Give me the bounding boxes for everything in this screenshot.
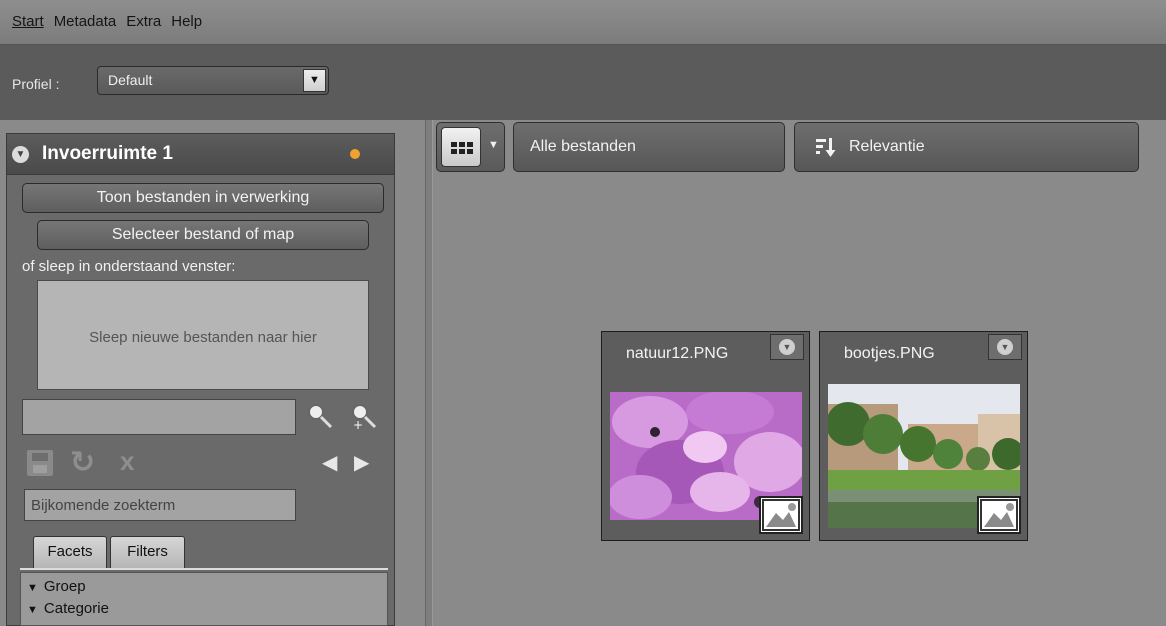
file-tile[interactable]: bootjes.PNG ▼ xyxy=(819,331,1028,541)
tile-menu-button[interactable]: ▼ xyxy=(770,334,804,360)
clear-icon[interactable]: x xyxy=(120,446,134,477)
chevron-down-icon[interactable]: ▼ xyxy=(488,139,499,151)
facet-label: Categorie xyxy=(43,600,109,617)
image-type-icon xyxy=(759,496,803,534)
tab-filters[interactable]: Filters xyxy=(110,536,185,568)
file-name: natuur12.PNG xyxy=(626,345,729,362)
select-file-button[interactable]: Selecteer bestand of map xyxy=(37,220,369,250)
save-icon[interactable] xyxy=(27,450,53,476)
menu-items: Start Metadata Extra Help xyxy=(12,13,202,30)
facet-label: Groep xyxy=(43,578,86,595)
drop-zone[interactable]: Sleep nieuwe bestanden naar hier xyxy=(37,280,369,390)
extra-search-term-input[interactable]: Bijkomende zoekterm xyxy=(24,489,296,521)
triangle-down-icon: ▼ xyxy=(27,582,38,594)
tab-divider xyxy=(20,568,388,570)
file-name: bootjes.PNG xyxy=(844,345,935,362)
drop-hint: of sleep in onderstaand venster: xyxy=(22,258,236,275)
next-arrow-icon[interactable]: ▶ xyxy=(354,450,369,475)
advanced-search-icon[interactable]: + xyxy=(350,402,378,430)
profile-label: Profiel : xyxy=(12,76,60,92)
collapse-chevron-icon[interactable]: ▼ xyxy=(12,146,29,163)
chevron-down-icon[interactable]: ▼ xyxy=(303,69,326,92)
status-dot-icon xyxy=(350,149,360,159)
profile-select[interactable]: Default ▼ xyxy=(97,66,329,95)
image-type-icon xyxy=(977,496,1021,534)
chevron-down-icon: ▼ xyxy=(997,339,1013,355)
menu-bar: Start Metadata Extra Help xyxy=(0,0,1166,45)
triangle-down-icon: ▼ xyxy=(27,604,38,616)
all-files-label: Alle bestanden xyxy=(530,138,636,155)
search-icon[interactable] xyxy=(306,402,334,430)
tab-facets[interactable]: Facets xyxy=(33,536,107,568)
panel-splitter[interactable] xyxy=(425,120,433,626)
prev-arrow-icon[interactable]: ◀ xyxy=(322,450,337,475)
file-tile[interactable]: natuur12.PNG ▼ xyxy=(601,331,810,541)
menu-help[interactable]: Help xyxy=(171,13,202,30)
svg-text:+: + xyxy=(353,418,363,430)
tile-menu-button[interactable]: ▼ xyxy=(988,334,1022,360)
menu-start[interactable]: Start xyxy=(12,13,44,30)
sort-label: Relevantie xyxy=(849,138,925,155)
all-files-button[interactable]: Alle bestanden xyxy=(513,122,785,172)
facet-category[interactable]: ▼ Categorie xyxy=(27,600,109,617)
search-input[interactable] xyxy=(22,399,296,435)
sort-icon xyxy=(816,138,836,157)
panel-title: Invoerruimte 1 xyxy=(42,143,173,164)
menu-extra[interactable]: Extra xyxy=(126,13,161,30)
grid-view-icon[interactable] xyxy=(441,127,481,167)
menu-metadata[interactable]: Metadata xyxy=(54,13,117,30)
refresh-icon[interactable]: ↻ xyxy=(70,448,100,478)
chevron-down-icon: ▼ xyxy=(779,339,795,355)
drop-zone-text: Sleep nieuwe bestanden naar hier xyxy=(89,329,317,346)
show-processing-button[interactable]: Toon bestanden in verwerking xyxy=(22,183,384,213)
facet-group[interactable]: ▼ Groep xyxy=(27,578,86,595)
view-mode-dropdown[interactable]: ▼ xyxy=(436,122,505,172)
profile-value: Default xyxy=(108,72,153,88)
sort-button[interactable]: Relevantie xyxy=(794,122,1139,172)
